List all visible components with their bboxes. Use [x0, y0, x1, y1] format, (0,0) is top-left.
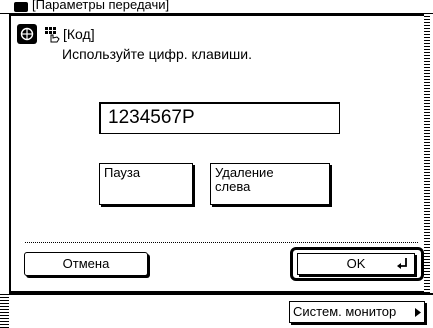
system-bar-divider [0, 293, 433, 295]
system-bar: Систем. монитор [0, 293, 433, 328]
background-window-title-bar: [Параметры передачи] [0, 0, 433, 14]
background-window-title: [Параметры передачи] [32, 0, 170, 12]
system-bar-edge [0, 293, 9, 328]
globe-icon [17, 24, 37, 44]
ok-button[interactable]: OK [297, 253, 415, 275]
keypad-hand-icon [45, 27, 60, 43]
ok-button-label: OK [346, 256, 366, 271]
background-window-icon [14, 2, 28, 12]
separator [25, 242, 418, 243]
enter-return-icon [397, 258, 407, 269]
cancel-button-label: Отмена [62, 256, 110, 271]
system-monitor-label: Систем. монитор [293, 304, 397, 319]
pause-button[interactable]: Пауза [99, 163, 193, 205]
system-monitor-button[interactable]: Систем. монитор [289, 301, 425, 323]
delete-left-label-line1: Удаление [215, 165, 274, 180]
delete-left-button[interactable]: Удаление слева [210, 163, 330, 205]
dialog-title: [Код] [63, 26, 95, 42]
pause-button-label: Пауза [104, 165, 141, 180]
arrow-right-icon [415, 308, 421, 317]
cancel-button[interactable]: Отмена [24, 252, 148, 276]
ok-button-focus-ring: OK [290, 247, 424, 281]
code-dialog: [Код] Используйте цифр. клавиши. 1234567… [9, 14, 430, 293]
delete-left-label-line2: слева [215, 179, 251, 194]
dialog-instruction: Используйте цифр. клавиши. [62, 46, 252, 62]
code-input[interactable]: 1234567P [99, 102, 340, 134]
